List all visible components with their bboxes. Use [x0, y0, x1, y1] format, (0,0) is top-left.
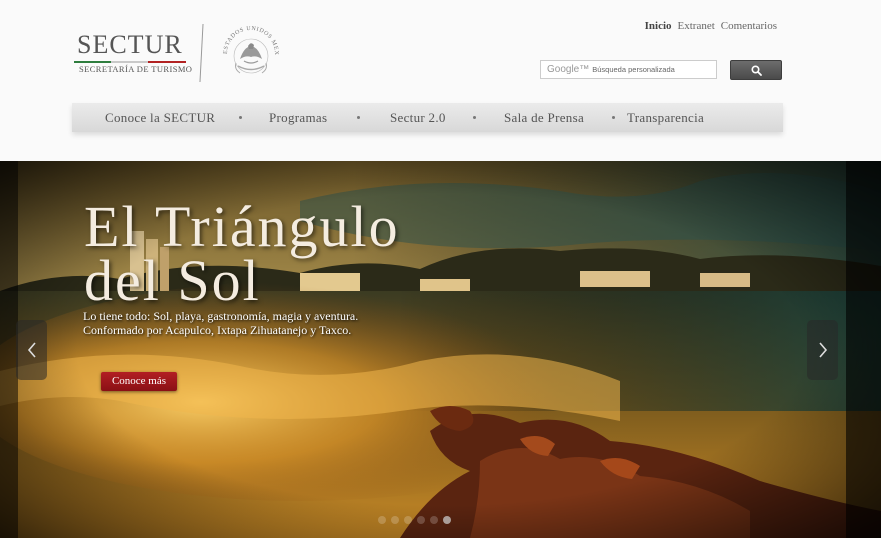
slider-next-button[interactable] [807, 320, 838, 380]
slider-dot[interactable] [378, 516, 386, 524]
chevron-right-icon [818, 342, 827, 358]
search-input[interactable]: Google™ Búsqueda personalizada [540, 60, 717, 79]
site-header: SECTUR SECRETARÍA DE TURISMO ESTADOS UNI… [0, 0, 881, 161]
logo-tricolor-rule [74, 61, 186, 63]
slider-dot[interactable] [404, 516, 412, 524]
nav-transparencia[interactable]: Transparencia [627, 103, 704, 132]
hero-description-line1: Lo tiene todo: Sol, playa, gastronomía, … [83, 309, 359, 323]
coat-of-arms-seal: ESTADOS UNIDOS MEXICANOS [218, 21, 278, 74]
util-nav-extranet[interactable]: Extranet [678, 20, 715, 32]
nav-sectur-2-0[interactable]: Sectur 2.0 [390, 103, 446, 132]
nav-conoce-sectur[interactable]: Conoce la SECTUR [105, 103, 215, 132]
util-nav-comentarios[interactable]: Comentarios [721, 20, 777, 32]
nav-programas[interactable]: Programas [269, 103, 327, 132]
slider-prev-button[interactable] [16, 320, 47, 380]
util-nav-inicio[interactable]: Inicio [645, 20, 672, 32]
logo-divider [199, 24, 204, 82]
hero-title-line2: del Sol [84, 248, 261, 313]
nav-separator [612, 116, 615, 119]
search-placeholder: Búsqueda personalizada [592, 65, 675, 74]
hero-description-line2: Conformado por Acapulco, Ixtapa Zihuatan… [83, 322, 352, 337]
hero-title: El Triángulo del Sol [84, 198, 400, 310]
search-button[interactable] [730, 60, 782, 80]
utility-nav: Inicio Extranet Comentarios [645, 20, 777, 32]
nav-sala-de-prensa[interactable]: Sala de Prensa [504, 103, 584, 132]
logo-title: SECTUR [77, 30, 183, 59]
slider-dot[interactable] [391, 516, 399, 524]
nav-separator [473, 116, 476, 119]
chevron-left-icon [27, 342, 36, 358]
main-nav: Conoce la SECTUR Programas Sectur 2.0 Sa… [72, 103, 783, 132]
slider-dot[interactable] [430, 516, 438, 524]
slider-dot[interactable] [417, 516, 425, 524]
sectur-logo[interactable]: SECTUR SECRETARÍA DE TURISMO [74, 30, 192, 80]
logo-subtitle: SECRETARÍA DE TURISMO [79, 64, 193, 74]
hero-description: Lo tiene todo: Sol, playa, gastronomía, … [83, 309, 393, 337]
slider-pagination [378, 516, 451, 524]
nav-separator [357, 116, 360, 119]
conoce-mas-button[interactable]: Conoce más [101, 372, 177, 391]
magnifier-icon [750, 64, 762, 76]
slider-dot[interactable] [443, 516, 451, 524]
nav-separator [239, 116, 242, 119]
google-logo: Google™ [547, 64, 590, 75]
